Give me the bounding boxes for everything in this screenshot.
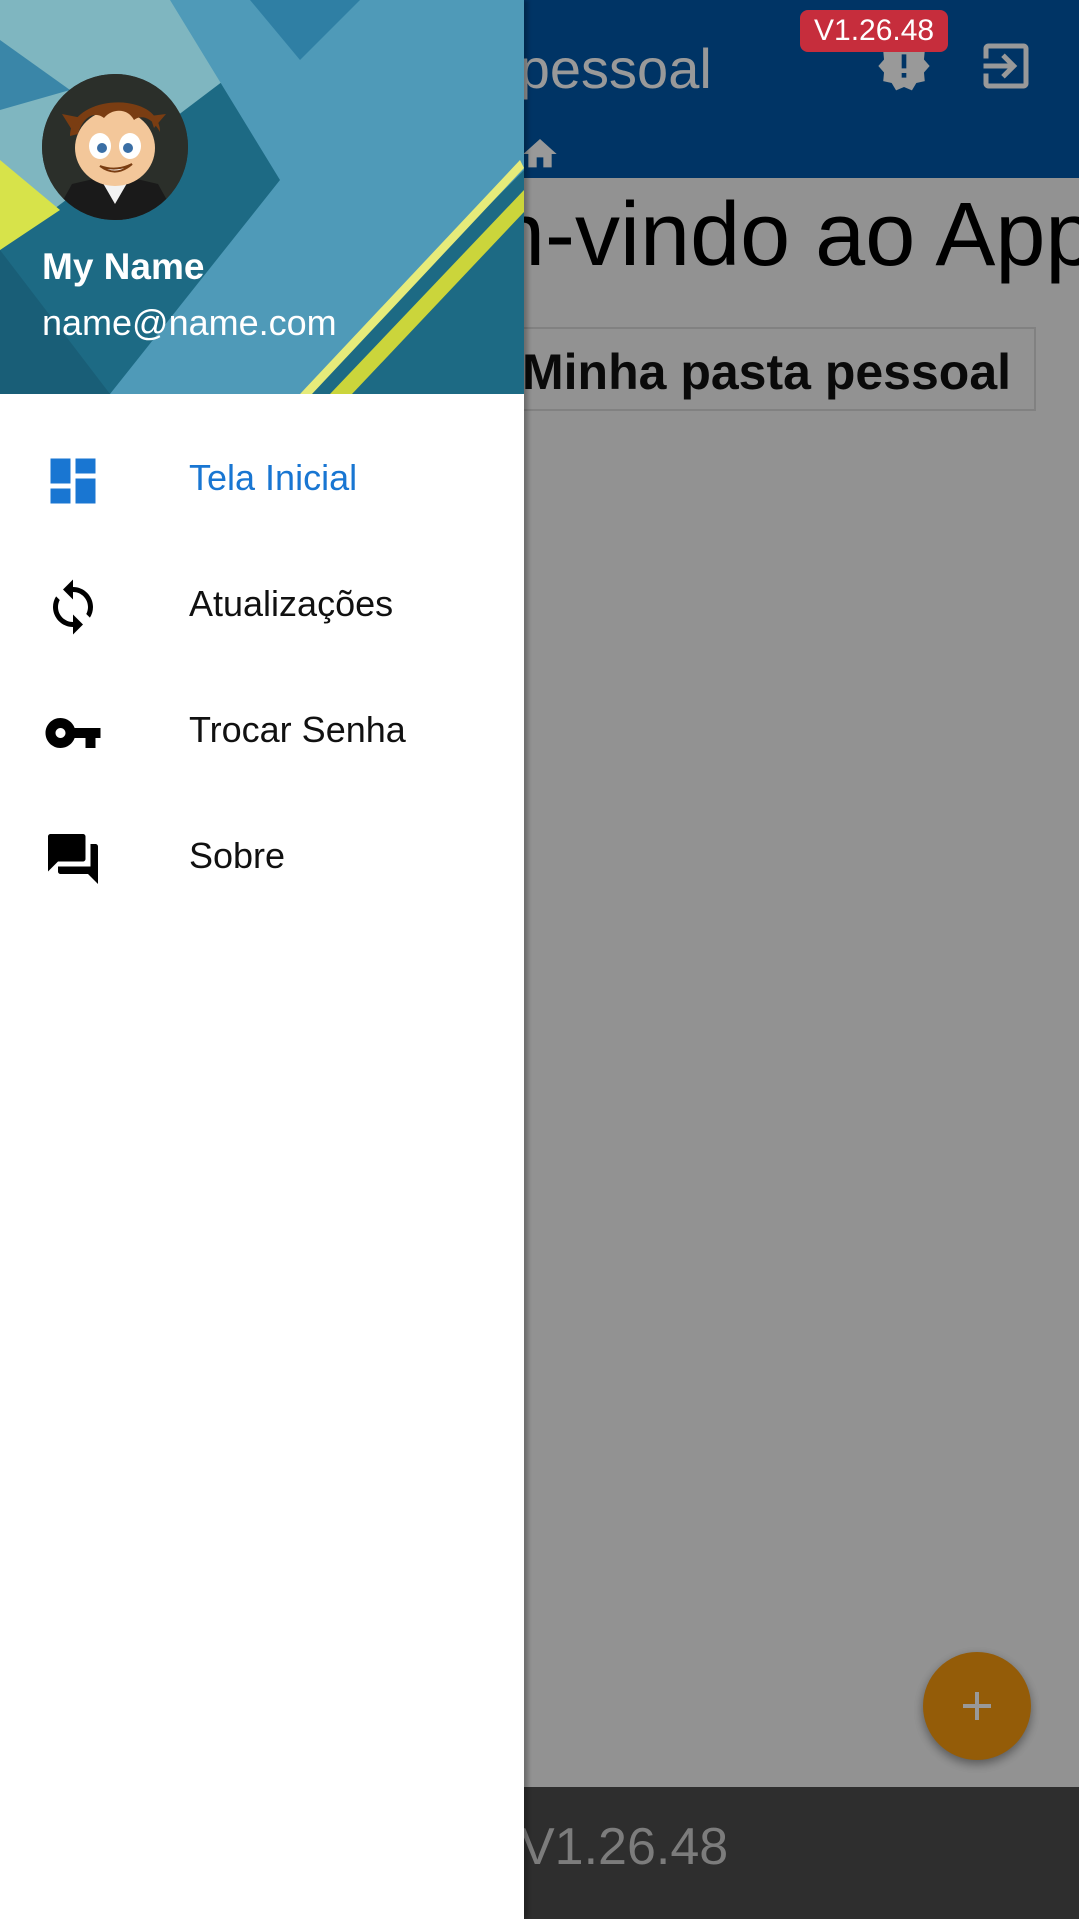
drawer-header: My Name name@name.com bbox=[0, 0, 524, 394]
navigation-drawer: My Name name@name.com Tela Inicial Atual… bbox=[0, 0, 524, 1919]
user-email: name@name.com bbox=[42, 302, 337, 343]
drawer-item-label: Sobre bbox=[189, 835, 286, 876]
avatar-cartoon-icon bbox=[42, 74, 188, 220]
key-icon bbox=[45, 718, 101, 748]
drawer-item-trocar-senha[interactable]: Trocar Senha bbox=[0, 667, 524, 793]
version-badge: V1.26.48 bbox=[800, 10, 949, 52]
dashboard-icon bbox=[50, 458, 96, 504]
forum-icon bbox=[48, 834, 98, 884]
drawer-item-label: Tela Inicial bbox=[189, 457, 358, 498]
avatar[interactable] bbox=[42, 74, 188, 220]
user-name: My Name bbox=[42, 246, 205, 287]
sync-icon bbox=[53, 579, 93, 635]
drawer-item-tela-inicial[interactable]: Tela Inicial bbox=[0, 415, 524, 541]
drawer-item-label: Trocar Senha bbox=[189, 709, 406, 750]
drawer-item-label: Atualizações bbox=[189, 583, 394, 624]
drawer-item-atualizacoes[interactable]: Atualizações bbox=[0, 541, 524, 667]
drawer-item-sobre[interactable]: Sobre bbox=[0, 793, 524, 919]
